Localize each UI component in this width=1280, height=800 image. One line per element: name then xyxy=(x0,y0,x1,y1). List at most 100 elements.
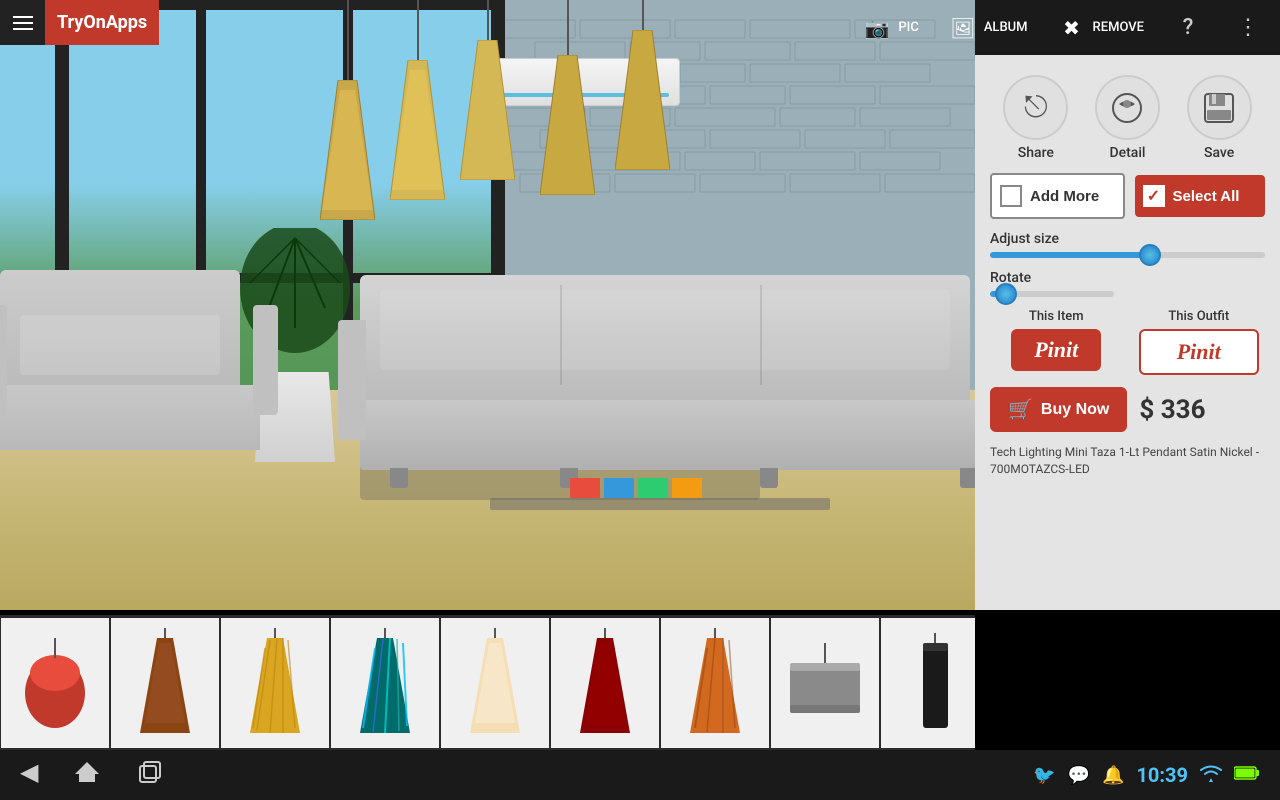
thumbnail-7[interactable] xyxy=(661,618,769,748)
thumb-img-5 xyxy=(453,628,538,738)
rotate-thumb[interactable] xyxy=(995,283,1017,305)
adjust-size-slider[interactable] xyxy=(990,252,1265,258)
help-icon: ? xyxy=(1172,12,1204,44)
app-logo: TryOnApps xyxy=(45,0,159,45)
bottom-nav: ◀ 🐦 💬 🔔 10:39 xyxy=(0,750,1280,800)
share-label: Share xyxy=(1018,145,1054,161)
select-all-button[interactable]: Select All xyxy=(1135,175,1266,217)
pendant-5 xyxy=(615,0,670,170)
share-button[interactable]: ⎋ Share xyxy=(1003,75,1068,161)
thumbnail-2[interactable] xyxy=(111,618,219,748)
menu-button[interactable] xyxy=(0,0,45,45)
pinit-row: This Item Pinit This Outfit Pinit xyxy=(990,309,1265,375)
price-display: $ 336 xyxy=(1139,395,1205,425)
add-more-label: Add More xyxy=(1030,188,1099,205)
detail-icon xyxy=(1095,75,1160,140)
chat-icon: 💬 xyxy=(1068,765,1090,786)
detail-label: Detail xyxy=(1109,145,1145,161)
album-icon: 🖼 xyxy=(947,12,979,44)
rotate-section: Rotate xyxy=(990,270,1265,297)
save-button[interactable]: Save xyxy=(1187,75,1252,161)
thumbnail-5[interactable] xyxy=(441,618,549,748)
sofa xyxy=(360,275,975,470)
twitter-icon: 🐦 xyxy=(1033,765,1055,786)
pendant-1 xyxy=(320,0,375,220)
action-icons-row: ⎋ Share Detail Save xyxy=(990,75,1265,161)
thumbnail-strip xyxy=(0,615,975,750)
add-more-checkbox xyxy=(1000,185,1022,207)
back-button[interactable]: ◀ xyxy=(20,758,38,792)
buy-now-label: Buy Now xyxy=(1041,401,1109,419)
remove-button[interactable]: ✖ REMOVE xyxy=(1050,8,1150,48)
thumbnail-3[interactable] xyxy=(221,618,329,748)
pinit-outfit-button[interactable]: Pinit xyxy=(1139,329,1259,375)
app-name: TryOnApps xyxy=(57,12,147,33)
pendant-2 xyxy=(390,0,445,200)
thumb-img-6 xyxy=(563,628,648,738)
hamburger-icon xyxy=(13,16,33,30)
camera-icon: 📷 xyxy=(861,12,893,44)
home-button[interactable] xyxy=(73,758,101,792)
remove-icon: ✖ xyxy=(1056,12,1088,44)
nav-buttons-left: ◀ xyxy=(20,758,164,792)
thumbnail-6[interactable] xyxy=(551,618,659,748)
add-more-button[interactable]: Add More xyxy=(990,173,1125,219)
thumb-img-7 xyxy=(673,628,758,738)
pic-label: PIC xyxy=(898,20,918,35)
rotate-slider[interactable] xyxy=(990,291,1114,297)
thumbnail-1[interactable] xyxy=(1,618,109,748)
buy-row: 🛒 Buy Now $ 336 xyxy=(990,387,1265,432)
pinit-this-item: This Item Pinit xyxy=(990,309,1123,371)
detail-button[interactable]: Detail xyxy=(1095,75,1160,161)
help-button[interactable]: ? xyxy=(1166,8,1210,48)
coffee-table xyxy=(490,498,830,510)
recent-apps-button[interactable] xyxy=(136,758,164,792)
pinit-this-outfit: This Outfit Pinit xyxy=(1133,309,1266,375)
thumb-img-3 xyxy=(233,628,318,738)
pic-button[interactable]: 📷 PIC xyxy=(855,8,924,48)
pendant-4 xyxy=(540,0,595,195)
album-label: ALBUM xyxy=(984,20,1028,35)
share-icon: ⎋ xyxy=(1003,75,1068,140)
thumb-img-9 xyxy=(893,628,976,738)
pinit-item-logo: Pinit xyxy=(1034,337,1078,363)
save-label: Save xyxy=(1204,145,1234,161)
pinit-outfit-logo: Pinit xyxy=(1177,339,1221,365)
battery-icon xyxy=(1234,765,1260,786)
notification-icon: 🔔 xyxy=(1102,765,1124,786)
thumb-img-1 xyxy=(13,628,98,738)
buy-now-button[interactable]: 🛒 Buy Now xyxy=(990,387,1127,432)
adjust-size-thumb[interactable] xyxy=(1139,244,1161,266)
more-icon: ⋮ xyxy=(1232,12,1264,44)
adjust-size-label: Adjust size xyxy=(990,231,1265,247)
thumb-img-8 xyxy=(783,628,868,738)
thumbnail-4[interactable] xyxy=(331,618,439,748)
this-item-label: This Item xyxy=(1029,309,1084,324)
armchair xyxy=(0,270,260,450)
status-time: 10:39 xyxy=(1136,763,1188,787)
main-scene xyxy=(0,0,975,610)
rotate-label: Rotate xyxy=(990,270,1265,286)
thumb-img-4 xyxy=(343,628,428,738)
nav-status-right: 🐦 💬 🔔 10:39 xyxy=(1033,763,1260,787)
remove-label: REMOVE xyxy=(1093,20,1144,35)
album-button[interactable]: 🖼 ALBUM xyxy=(941,8,1034,48)
toolbar: 📷 PIC 🖼 ALBUM ✖ REMOVE ? ⋮ xyxy=(975,0,1280,55)
thumb-img-2 xyxy=(123,628,208,738)
pendant-3 xyxy=(460,0,515,180)
product-name: Tech Lighting Mini Taza 1-Lt Pendant Sat… xyxy=(990,444,1265,478)
thumbnail-8[interactable] xyxy=(771,618,879,748)
this-outfit-label: This Outfit xyxy=(1168,309,1229,324)
adjust-size-section: Adjust size xyxy=(990,231,1265,258)
save-icon xyxy=(1187,75,1252,140)
select-all-label: Select All xyxy=(1173,188,1240,205)
pinit-item-button[interactable]: Pinit xyxy=(1011,329,1101,371)
more-button[interactable]: ⋮ xyxy=(1226,8,1270,48)
select-row: Add More Select All xyxy=(990,173,1265,219)
select-all-checkbox xyxy=(1143,185,1165,207)
thumbnail-9[interactable] xyxy=(881,618,975,748)
logo-bar: TryOnApps xyxy=(0,0,159,45)
cart-icon: 🛒 xyxy=(1008,397,1033,422)
wifi-icon xyxy=(1200,764,1222,787)
right-panel: ⎋ Share Detail Save xyxy=(975,55,1280,610)
